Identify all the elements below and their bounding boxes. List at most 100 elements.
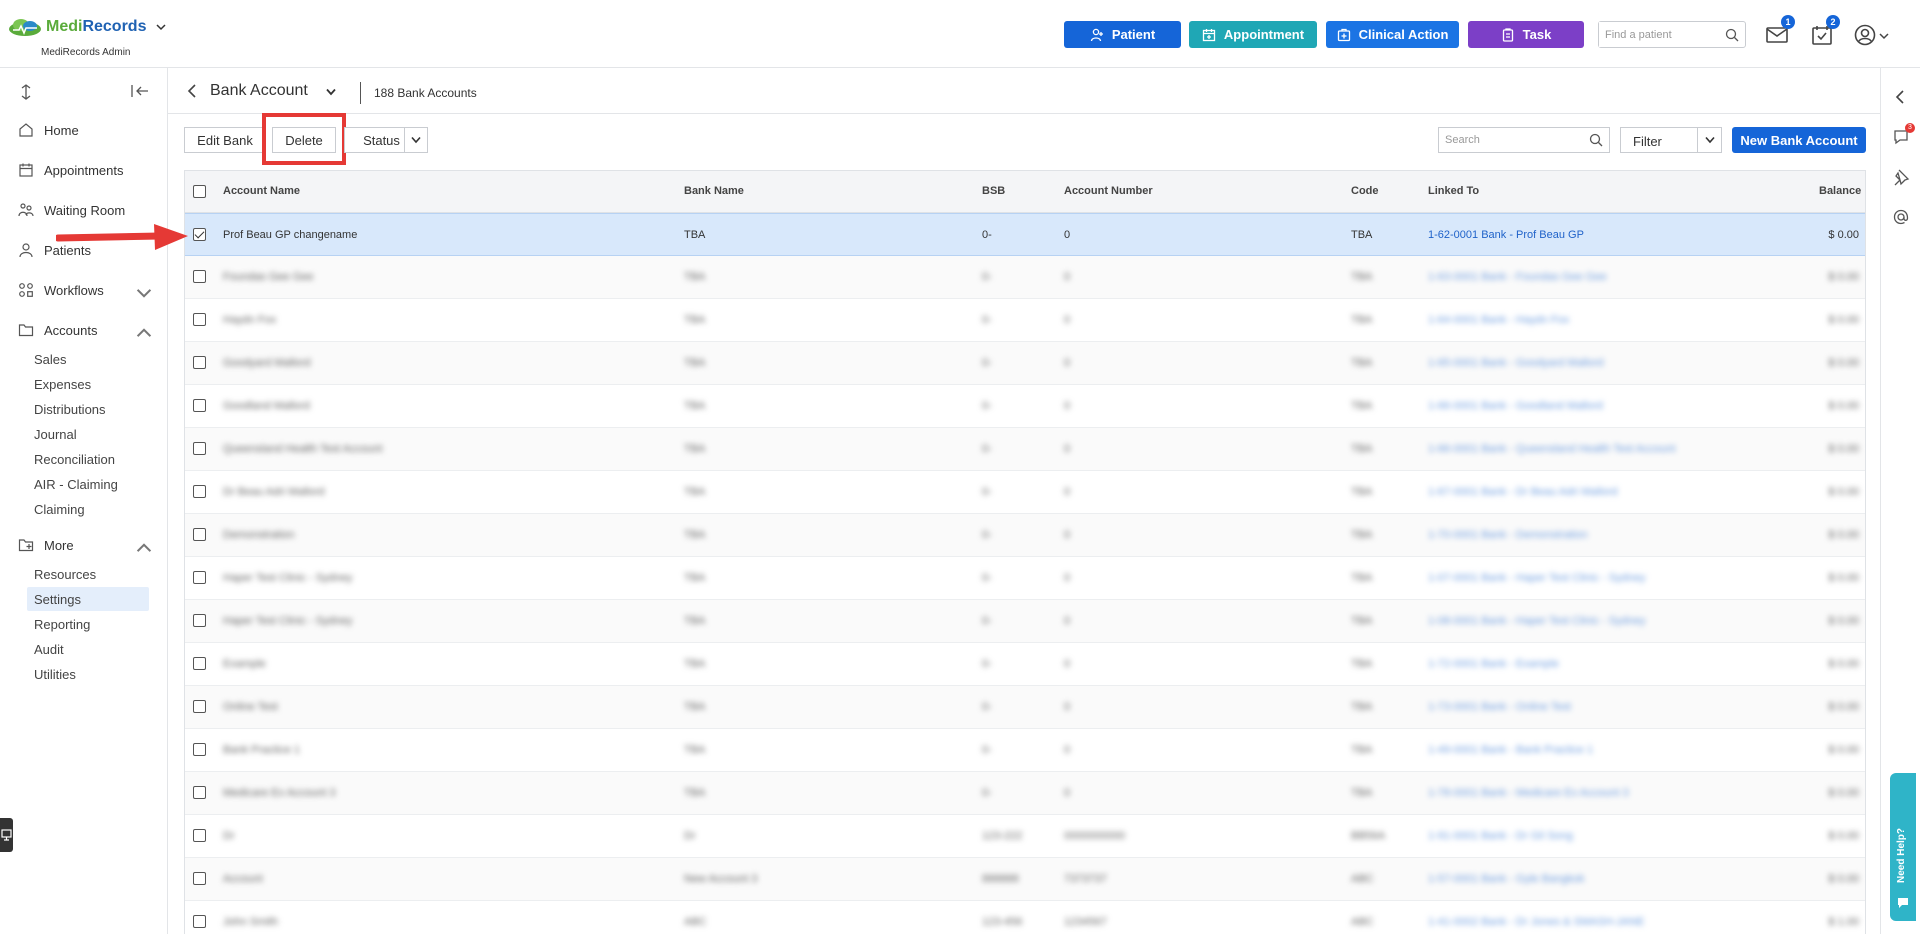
row-checkbox[interactable] — [193, 485, 206, 498]
cell-linked-to[interactable]: 1-72-0001 Bank - Example — [1428, 658, 1559, 670]
sidebar-item-waiting-room[interactable]: Waiting Room — [18, 198, 152, 222]
table-row[interactable]: Dr Beau Adri Mallord TBA 0- 0 TBA 1-67-0001 B… — [185, 471, 1865, 514]
column-header-account-name[interactable]: Account Name — [223, 185, 300, 197]
column-header-bank-name[interactable]: Bank Name — [684, 185, 744, 197]
sidebar-item-accounts[interactable]: Accounts — [18, 318, 152, 342]
cell-linked-to[interactable]: 1-63-0001 Bank - Foundas Gee Gee — [1428, 271, 1607, 283]
table-row[interactable]: Queensland Health Test Account TBA 0- 0 TBA 1… — [185, 428, 1865, 471]
cell-linked-to[interactable]: 1-41-0002 Bank - Dr Jones & SMASH-JANE — [1428, 916, 1644, 928]
new-clinical-action-button[interactable]: Clinical Action — [1326, 21, 1459, 48]
page-title[interactable]: Bank Account — [210, 82, 308, 100]
sidebar-subitem-expenses[interactable]: Expenses — [27, 372, 149, 396]
cell-linked-to[interactable]: 1-66-0001 Bank - Goodland Mallord — [1428, 400, 1603, 412]
app-logo[interactable]: MediRecords — [8, 18, 167, 36]
sidebar-item-home[interactable]: Home — [18, 118, 152, 142]
table-row[interactable]: Account New Account 3 888888 7373737 ABC 1-57… — [185, 858, 1865, 901]
column-header-bsb[interactable]: BSB — [982, 185, 1005, 197]
collapse-sidebar-icon[interactable] — [131, 84, 149, 98]
patient-search-input[interactable] — [1599, 22, 1719, 47]
table-row[interactable]: Online Test TBA 0- 0 TBA 1-73-0001 Bank - Onl… — [185, 686, 1865, 729]
sidebar-subitem-resources[interactable]: Resources — [27, 562, 149, 586]
row-checkbox[interactable] — [193, 743, 206, 756]
column-header-linked-to[interactable]: Linked To — [1428, 185, 1479, 197]
table-row[interactable]: Medicare Ex Account 3 TBA 0- 0 TBA 1-78-0001 … — [185, 772, 1865, 815]
table-row[interactable]: Dr Dr 123-222 0000000000 BB56A 1-91-0001 Bank… — [185, 815, 1865, 858]
chevron-down-icon[interactable] — [156, 22, 167, 32]
table-row[interactable]: Haper Test Clinic - Sydney TBA 0- 0 TBA 1-08-… — [185, 600, 1865, 643]
filter-dropdown[interactable]: Filter — [1620, 127, 1722, 153]
cell-linked-to[interactable]: 1-08-0001 Bank - Haper Test Clinic - Syd… — [1428, 615, 1645, 627]
cell-linked-to[interactable]: 1-49-0001 Bank - Bank Practice 1 — [1428, 744, 1593, 756]
sidebar-item-appointments[interactable]: Appointments — [18, 158, 152, 182]
new-task-button[interactable]: Task — [1468, 21, 1584, 48]
cell-linked-to[interactable]: 1-70-0001 Bank - Demonstration — [1428, 529, 1588, 541]
chevron-down-icon[interactable] — [326, 88, 336, 96]
new-bank-account-button[interactable]: New Bank Account — [1732, 127, 1866, 153]
sidebar-subitem-utilities[interactable]: Utilities — [27, 662, 149, 686]
sidebar-subitem-reporting[interactable]: Reporting — [27, 612, 149, 636]
table-row[interactable]: Example TBA 0- 0 TBA 1-72-0001 Bank - Example… — [185, 643, 1865, 686]
column-header-code[interactable]: Code — [1351, 185, 1379, 197]
column-header-balance[interactable]: Balance — [1819, 185, 1861, 197]
table-row[interactable]: Foundas Gee Gee TBA 0- 0 TBA 1-63-0001 Bank -… — [185, 256, 1865, 299]
cell-linked-to[interactable]: 1-65-0001 Bank - Goodyard Mallord — [1428, 357, 1603, 369]
need-help-tab[interactable]: Need Help? — [1890, 773, 1916, 921]
table-row[interactable]: John Smith ABC 123-456 1234567 ABC 1-41-0002 … — [185, 901, 1865, 934]
sidebar-item-workflows[interactable]: Workflows — [18, 278, 152, 302]
edit-bank-button[interactable]: Edit Bank — [184, 127, 266, 153]
row-checkbox[interactable] — [193, 872, 206, 885]
row-checkbox[interactable] — [193, 313, 206, 326]
row-checkbox[interactable] — [193, 356, 206, 369]
cell-linked-to[interactable]: 1-67-0001 Bank - Dr Beau Adri Mallord — [1428, 486, 1618, 498]
cell-linked-to[interactable]: 1-91-0001 Bank - Dr Gil Song — [1428, 830, 1573, 842]
sidebar-subitem-sales[interactable]: Sales — [27, 347, 149, 371]
cell-linked-to[interactable]: 1-57-0001 Bank - Gyle Bangkok — [1428, 873, 1585, 885]
at-sign-icon[interactable] — [1892, 208, 1910, 226]
cell-linked-to[interactable]: 1-66-0001 Bank - Queensland Health Test … — [1428, 443, 1675, 455]
messages-button[interactable]: 1 — [1765, 15, 1795, 47]
row-checkbox[interactable] — [193, 571, 206, 584]
search-icon[interactable] — [1589, 133, 1603, 147]
row-checkbox[interactable] — [193, 614, 206, 627]
table-row[interactable]: Goodland Mallord TBA 0- 0 TBA 1-66-0001 Bank … — [185, 385, 1865, 428]
table-row[interactable]: Demonstration TBA 0- 0 TBA 1-70-0001 Bank - D… — [185, 514, 1865, 557]
status-dropdown-toggle[interactable] — [404, 127, 428, 153]
row-checkbox[interactable] — [193, 829, 206, 842]
table-row[interactable]: Prof Beau GP changename TBA 0- 0 TBA 1-62-000… — [185, 213, 1865, 256]
row-checkbox[interactable] — [193, 657, 206, 670]
sidebar-subitem-claiming[interactable]: Claiming — [27, 497, 149, 521]
table-row[interactable]: Haydn Fox TBA 0- 0 TBA 1-64-0001 Bank - Haydn… — [185, 299, 1865, 342]
search-icon[interactable] — [1725, 28, 1739, 42]
sidebar-subitem-reconciliation[interactable]: Reconciliation — [27, 447, 149, 471]
table-row[interactable]: Bank Practice 1 TBA 0- 0 TBA 1-49-0001 Bank -… — [185, 729, 1865, 772]
left-edge-tab[interactable] — [0, 818, 13, 852]
cell-linked-to[interactable]: 1-73-0001 Bank - Online Test — [1428, 701, 1571, 713]
row-checkbox[interactable] — [193, 915, 206, 928]
new-patient-button[interactable]: Patient — [1064, 21, 1181, 48]
tasks-button[interactable]: 2 — [1810, 15, 1840, 47]
sidebar-subitem-air-claiming[interactable]: AIR - Claiming — [27, 472, 149, 496]
table-search-input[interactable] — [1439, 128, 1579, 152]
sidebar-subitem-audit[interactable]: Audit — [27, 637, 149, 661]
chevron-left-icon[interactable] — [1892, 88, 1910, 106]
cell-linked-to[interactable]: 1-07-0001 Bank - Haper Test Clinic - Syd… — [1428, 572, 1645, 584]
user-menu[interactable] — [1853, 23, 1889, 47]
sidebar-subitem-distributions[interactable]: Distributions — [27, 397, 149, 421]
table-row[interactable]: Goodyard Mallord TBA 0- 0 TBA 1-65-0001 Bank … — [185, 342, 1865, 385]
cell-linked-to[interactable]: 1-62-0001 Bank - Prof Beau GP — [1428, 229, 1584, 241]
row-checkbox[interactable] — [193, 528, 206, 541]
cell-linked-to[interactable]: 1-64-0001 Bank - Haydn Fox — [1428, 314, 1569, 326]
row-checkbox[interactable] — [193, 786, 206, 799]
sidebar-subitem-settings[interactable]: Settings — [27, 587, 149, 611]
row-checkbox[interactable] — [193, 228, 206, 241]
cell-linked-to[interactable]: 1-78-0001 Bank - Medicare Ex Account 3 — [1428, 787, 1629, 799]
row-checkbox[interactable] — [193, 442, 206, 455]
sidebar-item-more[interactable]: More — [18, 533, 152, 557]
row-checkbox[interactable] — [193, 399, 206, 412]
expand-vertical-icon[interactable] — [20, 84, 32, 100]
sidebar-subitem-journal[interactable]: Journal — [27, 422, 149, 446]
new-appointment-button[interactable]: Appointment — [1189, 21, 1317, 48]
back-chevron-icon[interactable] — [186, 84, 198, 98]
row-checkbox[interactable] — [193, 700, 206, 713]
row-checkbox[interactable] — [193, 270, 206, 283]
